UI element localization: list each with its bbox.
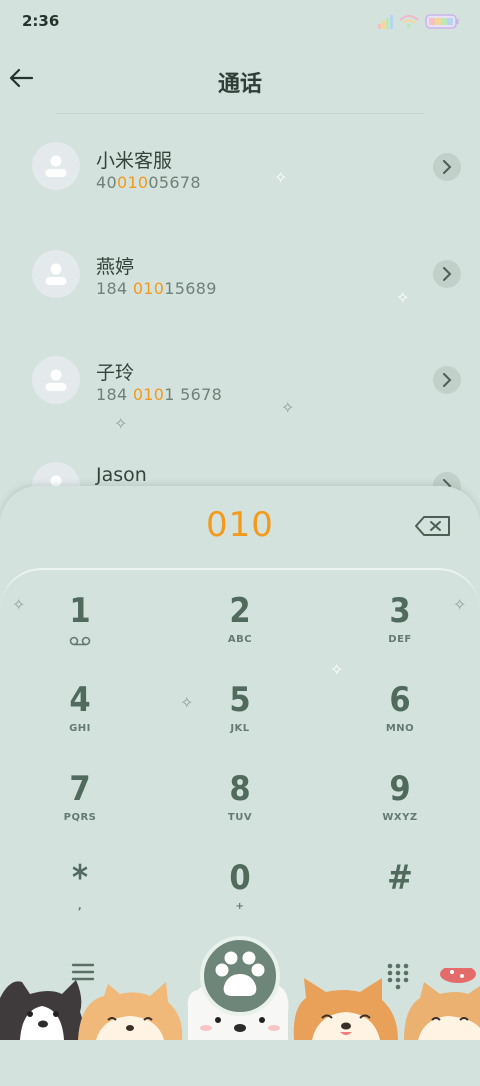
page-title: 通话 (217, 72, 262, 97)
contact-name: 子玲 (96, 362, 135, 384)
battery-icon (425, 14, 459, 29)
key-letters: GHI (69, 723, 91, 734)
contact-detail-button[interactable] (433, 366, 461, 394)
key-4[interactable]: 4 GHI (40, 681, 120, 765)
status-time: 2:36 (22, 12, 60, 30)
key-digit: # (387, 858, 413, 898)
key-digit: 0 (229, 858, 251, 898)
key-digit: 3 (389, 591, 411, 631)
dog-icon (0, 980, 85, 1040)
sparkle-icon: ✧ (453, 595, 467, 614)
contact-name: Jason (96, 464, 147, 486)
key-digit: 9 (389, 769, 411, 809)
chevron-right-icon (443, 160, 452, 174)
match-highlight: 010 (132, 279, 165, 298)
key-9[interactable]: 9 WXYZ (360, 770, 440, 854)
key-1[interactable]: 1 (40, 592, 120, 676)
call-button[interactable] (200, 936, 280, 1016)
key-0[interactable]: 0 + (200, 859, 280, 943)
avatar (32, 142, 80, 190)
key-digit: 2 (229, 591, 251, 631)
key-letters: TUV (227, 812, 253, 823)
person-icon (45, 369, 67, 391)
signal-icon (378, 15, 393, 29)
key-letters: DEF (388, 634, 412, 645)
person-icon (45, 263, 67, 285)
contact-row[interactable]: 燕婷 184 01015689 (0, 218, 480, 324)
contact-number: 4001005678 (96, 173, 201, 192)
sparkle-icon: ✧ (330, 660, 344, 679)
sparkle-icon: ✧ (396, 288, 410, 307)
key-7[interactable]: 7 PQRS (40, 770, 120, 854)
key-letters: , (77, 901, 83, 912)
sparkle-icon: ✧ (12, 595, 26, 614)
chevron-right-icon (443, 267, 452, 281)
sparkle-icon: ✧ (180, 693, 194, 712)
key-hash[interactable]: # (360, 859, 440, 943)
key-letters: PQRS (63, 812, 97, 823)
key-3[interactable]: 3 DEF (360, 592, 440, 676)
wifi-icon (399, 15, 419, 28)
backspace-button[interactable] (414, 514, 452, 538)
avatar (32, 250, 80, 298)
sparkle-icon: ✧ (114, 414, 128, 433)
contact-number: 184 0101 5678 (96, 385, 223, 404)
sparkle-icon: ✧ (274, 168, 288, 187)
sparkle-icon: ✧ (281, 398, 295, 417)
contact-name: 燕婷 (96, 256, 135, 278)
dialpad-icon (387, 963, 409, 990)
contact-row[interactable]: 子玲 184 0101 5678 (0, 324, 480, 430)
key-6[interactable]: 6 MNO (360, 681, 440, 765)
status-icons (378, 12, 460, 30)
chevron-right-icon (443, 373, 452, 387)
key-letters: JKL (230, 723, 250, 734)
person-icon (45, 155, 67, 177)
key-5[interactable]: 5 JKL (200, 681, 280, 765)
key-digit: * (71, 858, 89, 898)
contact-number: 184 01015689 (96, 279, 217, 298)
key-8[interactable]: 8 TUV (200, 770, 280, 854)
contact-detail-button[interactable] (433, 153, 461, 181)
key-letters: ABC (227, 634, 253, 645)
dog-icon (78, 982, 183, 1040)
voicemail-icon (69, 636, 91, 646)
key-letters: MNO (385, 723, 415, 734)
key-2[interactable]: 2 ABC (200, 592, 280, 676)
dialed-number: 010 (206, 505, 274, 545)
key-digit: 8 (229, 769, 251, 809)
paw-icon (215, 951, 265, 996)
key-digit: 4 (69, 680, 91, 720)
match-highlight: 010 (132, 385, 165, 404)
contact-name: 小米客服 (96, 150, 173, 172)
dog-icon (293, 978, 398, 1040)
avatar (32, 356, 80, 404)
key-digit: 1 (69, 591, 91, 631)
key-star[interactable]: * , (40, 859, 120, 943)
contact-row[interactable]: 小米客服 4001005678 (0, 112, 480, 218)
key-digit: 6 (389, 680, 411, 720)
backspace-icon (415, 516, 450, 536)
contact-detail-button[interactable] (433, 260, 461, 288)
key-digit: 7 (69, 769, 91, 809)
key-letters: + (235, 901, 245, 912)
match-highlight: 010 (116, 173, 149, 192)
dog-icon (404, 965, 480, 1040)
dialpad-toggle-button[interactable] (386, 962, 410, 990)
key-digit: 5 (229, 680, 251, 720)
key-letters: WXYZ (382, 812, 418, 823)
